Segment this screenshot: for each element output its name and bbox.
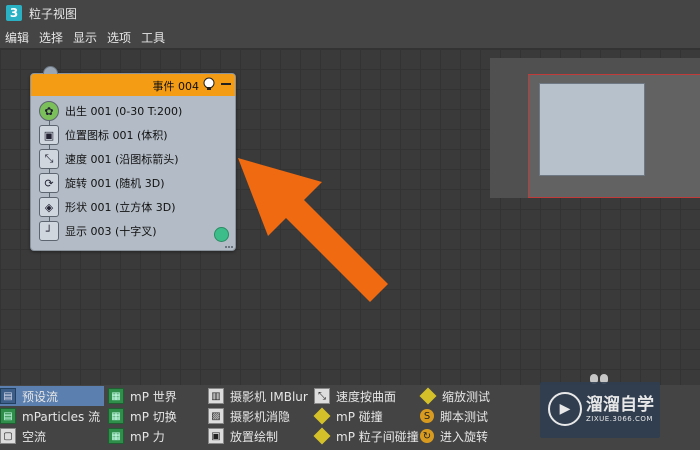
- operator-rotation[interactable]: ⟳ 旋转 001 (随机 3D): [39, 171, 182, 195]
- operator-position-icon[interactable]: ▣ 位置图标 001 (体积): [39, 123, 182, 147]
- operator-list: ✿ 出生 001 (0-30 T:200) ▣ 位置图标 001 (体积) ⤡ …: [39, 99, 182, 243]
- depot-item-mp-inter-collision[interactable]: mP 粒子间碰撞: [313, 426, 419, 446]
- operator-speed[interactable]: ⤡ 速度 001 (沿图标箭头): [39, 147, 182, 171]
- depot-label: 摄影机 IMBlur: [230, 389, 308, 404]
- speed-by-surface-icon: ⤡: [314, 388, 330, 404]
- depot-item-speed-by-surface[interactable]: ⤡ 速度按曲面: [314, 386, 396, 406]
- depot-label: 预设流: [22, 389, 59, 404]
- operator-label: 速度 001 (沿图标箭头): [65, 153, 179, 166]
- watermark: ▶ 溜溜自学 ZIXUE.3066.COM: [540, 382, 660, 438]
- rotation-icon: ⟳: [39, 173, 59, 193]
- depot-label: mP 世界: [130, 389, 177, 404]
- depot-label: mP 碰撞: [336, 409, 383, 424]
- depot-label: 缩放测试: [442, 389, 491, 404]
- menu-edit[interactable]: 编辑: [0, 29, 34, 46]
- depot-item-preset-flow[interactable]: ▤ 预设流: [0, 386, 104, 406]
- app-icon: 3: [6, 5, 22, 21]
- operator-label: 形状 001 (立方体 3D): [65, 201, 176, 214]
- depot-item-mp-collision[interactable]: mP 碰撞: [313, 406, 383, 426]
- depot-item-mp-world[interactable]: ▦ mP 世界: [108, 386, 177, 406]
- depot-label: 放置绘制: [230, 429, 279, 444]
- depot-label: 速度按曲面: [336, 389, 397, 404]
- operator-label: 位置图标 001 (体积): [65, 129, 168, 142]
- menu-display[interactable]: 显示: [68, 29, 102, 46]
- menu-bar: 编辑 选择 显示 选项 工具: [0, 26, 700, 49]
- title-bar: 3 粒子视图: [0, 0, 700, 26]
- shape-icon: ◈: [39, 197, 59, 217]
- navigator-event-thumbnail: [539, 83, 645, 176]
- mp-inter-collision-icon: [313, 427, 331, 445]
- depot-label: 进入旋转: [440, 429, 489, 444]
- annotation-arrow-icon: [238, 158, 388, 302]
- depot-item-mp-force[interactable]: ▦ mP 力: [108, 426, 165, 446]
- depot-label: 摄影机消隐: [230, 409, 291, 424]
- display-icon: ┘: [39, 221, 59, 241]
- depot-item-mparticles-flow[interactable]: ▤ mParticles 流: [0, 406, 100, 426]
- birth-icon: ✿: [39, 101, 59, 121]
- event-node[interactable]: 事件 004 ✿ 出生 001 (0-30 T:200) ▣ 位置图标 001 …: [30, 66, 236, 251]
- event-title: 事件 004: [152, 80, 200, 93]
- depot-item-camera-imblur[interactable]: ▥ 摄影机 IMBlur: [208, 386, 308, 406]
- mp-world-icon: ▦: [108, 388, 124, 404]
- event-header[interactable]: 事件 004: [31, 74, 235, 96]
- operator-shape[interactable]: ◈ 形状 001 (立方体 3D): [39, 195, 182, 219]
- mp-collision-icon: [313, 407, 331, 425]
- flow-icon: ▤: [0, 408, 16, 424]
- depot-item-mp-switch[interactable]: ▦ mP 切换: [108, 406, 177, 426]
- watermark-url: ZIXUE.3066.COM: [586, 415, 653, 423]
- depot-item-place-paint[interactable]: ▣ 放置绘制: [208, 426, 278, 446]
- watermark-name: 溜溜自学: [586, 395, 654, 415]
- operator-display[interactable]: ┘ 显示 003 (十字叉): [39, 219, 182, 243]
- position-icon: ▣: [39, 125, 59, 145]
- depot-label: mP 力: [130, 429, 165, 444]
- speed-icon: ⤡: [39, 149, 59, 169]
- depot-label: mP 切换: [130, 409, 177, 424]
- operator-label: 旋转 001 (随机 3D): [65, 177, 165, 190]
- depot-item-camera-culling[interactable]: ▨ 摄影机消隐: [208, 406, 290, 426]
- operator-label: 显示 003 (十字叉): [65, 225, 157, 238]
- menu-select[interactable]: 选择: [34, 29, 68, 46]
- mp-switch-icon: ▦: [108, 408, 124, 424]
- depot-item-go-to-rotation[interactable]: ↻ 进入旋转: [420, 426, 488, 446]
- script-test-icon: S: [420, 409, 434, 423]
- camera-imblur-icon: ▥: [208, 388, 224, 404]
- depot-label: mParticles 流: [22, 409, 101, 424]
- menu-options[interactable]: 选项: [102, 29, 136, 46]
- window-title: 粒子视图: [29, 6, 78, 21]
- depot-item-scale-test[interactable]: 缩放测试: [419, 386, 491, 406]
- operator-label: 出生 001 (0-30 T:200): [65, 105, 183, 118]
- minimize-icon[interactable]: [221, 83, 231, 85]
- scale-test-icon: [419, 387, 437, 405]
- depot-item-script-test[interactable]: S 脚本测试: [420, 406, 488, 426]
- flow-icon: ▤: [0, 388, 16, 404]
- depot-item-empty-flow[interactable]: ▢ 空流: [0, 426, 46, 446]
- depot-label: mP 粒子间碰撞: [336, 429, 419, 444]
- resize-grip-icon[interactable]: [225, 240, 233, 248]
- watermark-logo-icon: ▶: [548, 392, 582, 426]
- camera-culling-icon: ▨: [208, 408, 224, 424]
- operator-birth[interactable]: ✿ 出生 001 (0-30 T:200): [39, 99, 182, 123]
- menu-tools[interactable]: 工具: [136, 29, 170, 46]
- place-paint-icon: ▣: [208, 428, 224, 444]
- go-to-rotation-icon: ↻: [420, 429, 434, 443]
- depot-label: 脚本测试: [440, 409, 489, 424]
- depot-label: 空流: [22, 429, 47, 444]
- lightbulb-icon[interactable]: [202, 77, 216, 91]
- mp-force-icon: ▦: [108, 428, 124, 444]
- flow-icon: ▢: [0, 428, 16, 444]
